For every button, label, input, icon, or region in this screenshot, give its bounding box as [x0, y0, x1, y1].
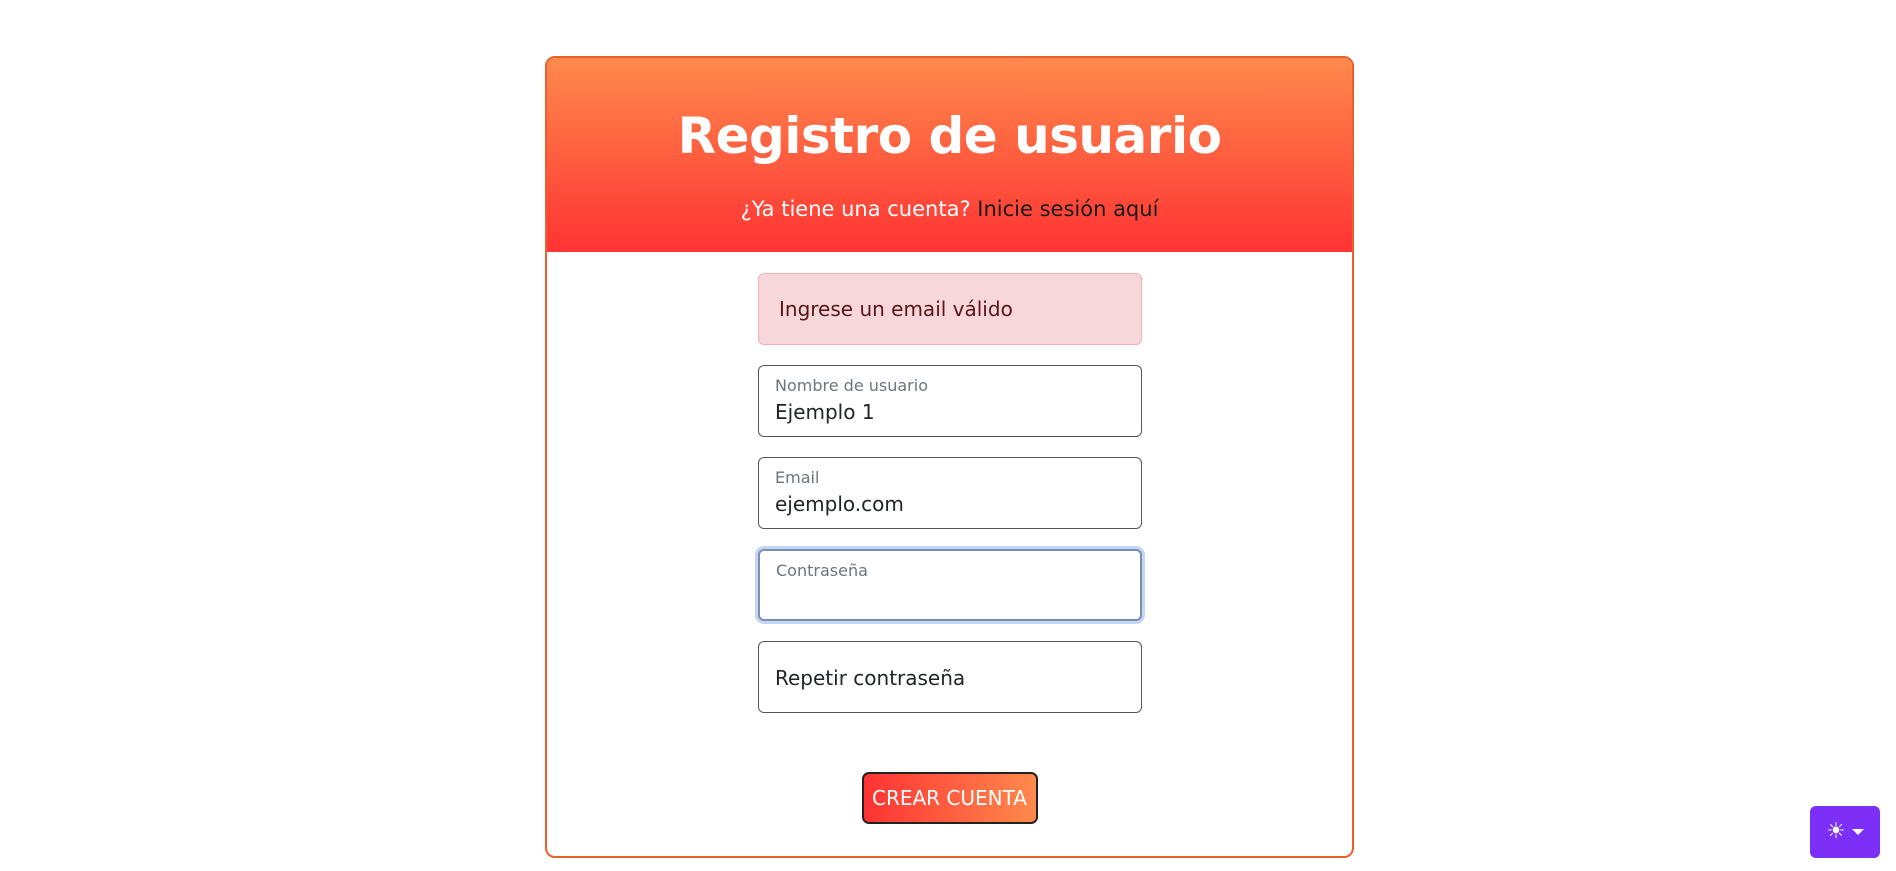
register-form: Ingrese un email válido Nombre de usuari… [758, 273, 1142, 713]
sun-icon: ☀ [1826, 819, 1846, 844]
error-alert-message: Ingrese un email válido [779, 297, 1013, 321]
repeat-password-placeholder: Repetir contraseña [775, 666, 966, 690]
card-header: Registro de usuario ¿Ya tiene una cuenta… [547, 58, 1352, 252]
theme-toggle-button[interactable]: ☀ [1810, 806, 1880, 858]
page-title: Registro de usuario [677, 107, 1222, 165]
password-field[interactable]: Contraseña [758, 549, 1142, 621]
username-label: Nombre de usuario [775, 376, 928, 395]
login-link[interactable]: Inicie sesión aquí [977, 197, 1158, 221]
email-value: ejemplo.com [775, 492, 904, 516]
register-card: Registro de usuario ¿Ya tiene una cuenta… [545, 56, 1354, 858]
password-label: Contraseña [776, 561, 868, 580]
submit-row: CREAR CUENTA [547, 772, 1352, 824]
chevron-down-icon [1851, 829, 1864, 835]
email-label: Email [775, 468, 820, 487]
repeat-password-field[interactable]: Repetir contraseña [758, 641, 1142, 713]
create-account-button[interactable]: CREAR CUENTA [861, 772, 1038, 824]
login-prompt-text: ¿Ya tiene una cuenta? [740, 197, 971, 221]
error-alert: Ingrese un email válido [758, 273, 1142, 345]
login-prompt: ¿Ya tiene una cuenta? Inicie sesión aquí [547, 199, 1352, 220]
username-field[interactable]: Nombre de usuario Ejemplo 1 [758, 365, 1142, 437]
username-value: Ejemplo 1 [775, 400, 875, 424]
email-field[interactable]: Email ejemplo.com [758, 457, 1142, 529]
